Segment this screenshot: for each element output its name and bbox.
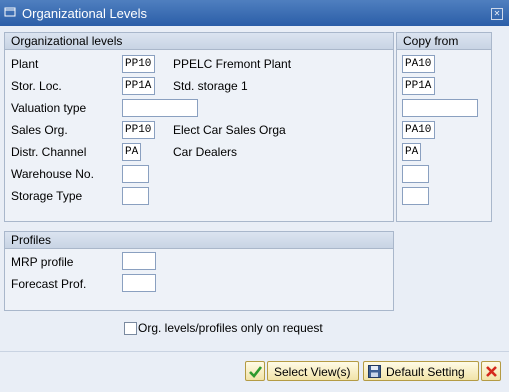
- warehouse-no-label: Warehouse No.: [11, 167, 94, 181]
- confirm-button[interactable]: [245, 361, 265, 381]
- copy-storage-type-field[interactable]: [402, 187, 429, 205]
- select-views-button[interactable]: Select View(s): [267, 361, 359, 381]
- stor-loc-description: Std. storage 1: [173, 79, 248, 93]
- distr-channel-field[interactable]: PA: [122, 143, 141, 161]
- window-menu-icon[interactable]: [4, 6, 16, 18]
- mrp-profile-field[interactable]: [122, 252, 156, 270]
- window-titlebar: Organizational Levels ✕: [0, 0, 509, 26]
- forecast-prof-label: Forecast Prof.: [11, 277, 87, 291]
- copy-plant-field[interactable]: PA10: [402, 55, 435, 73]
- only-on-request-label[interactable]: Org. levels/profiles only on request: [138, 321, 323, 335]
- profiles-panel: Profiles: [4, 231, 394, 311]
- profiles-title: Profiles: [11, 233, 52, 247]
- only-on-request-checkbox[interactable]: [124, 322, 137, 335]
- valuation-type-field[interactable]: [122, 99, 198, 117]
- storage-type-label: Storage Type: [11, 189, 83, 203]
- copy-distr-channel-field[interactable]: PA: [402, 143, 421, 161]
- check-icon: [249, 366, 263, 378]
- default-setting-button[interactable]: Default Setting: [363, 361, 479, 381]
- plant-field[interactable]: PP10: [122, 55, 155, 73]
- footer-separator: [0, 351, 509, 352]
- sales-org-field[interactable]: PP10: [122, 121, 155, 139]
- default-setting-label: Default Setting: [386, 365, 465, 379]
- sales-org-description: Elect Car Sales Orga: [173, 123, 286, 137]
- distr-channel-description: Car Dealers: [173, 145, 238, 159]
- distr-channel-label: Distr. Channel: [11, 145, 87, 159]
- plant-description: PPELC Fremont Plant: [173, 57, 292, 71]
- select-views-label: Select View(s): [274, 365, 351, 379]
- window-title: Organizational Levels: [22, 6, 148, 21]
- mrp-profile-label: MRP profile: [11, 255, 74, 269]
- cancel-icon: [486, 366, 497, 377]
- plant-label: Plant: [11, 57, 39, 71]
- stor-loc-label: Stor. Loc.: [11, 79, 62, 93]
- copy-from-title: Copy from: [403, 34, 459, 48]
- valuation-type-label: Valuation type: [11, 101, 87, 115]
- stor-loc-field[interactable]: PP1A: [122, 77, 155, 95]
- copy-sales-org-field[interactable]: PA10: [402, 121, 435, 139]
- copy-warehouse-no-field[interactable]: [402, 165, 429, 183]
- sales-org-label: Sales Org.: [11, 123, 68, 137]
- org-levels-title: Organizational levels: [11, 34, 123, 48]
- copy-stor-loc-field[interactable]: PP1A: [402, 77, 435, 95]
- save-icon: [368, 365, 381, 378]
- storage-type-field[interactable]: [122, 187, 149, 205]
- cancel-button[interactable]: [481, 361, 501, 381]
- warehouse-no-field[interactable]: [122, 165, 149, 183]
- close-window-icon[interactable]: ✕: [491, 8, 503, 20]
- forecast-prof-field[interactable]: [122, 274, 156, 292]
- copy-valuation-type-field[interactable]: [402, 99, 478, 117]
